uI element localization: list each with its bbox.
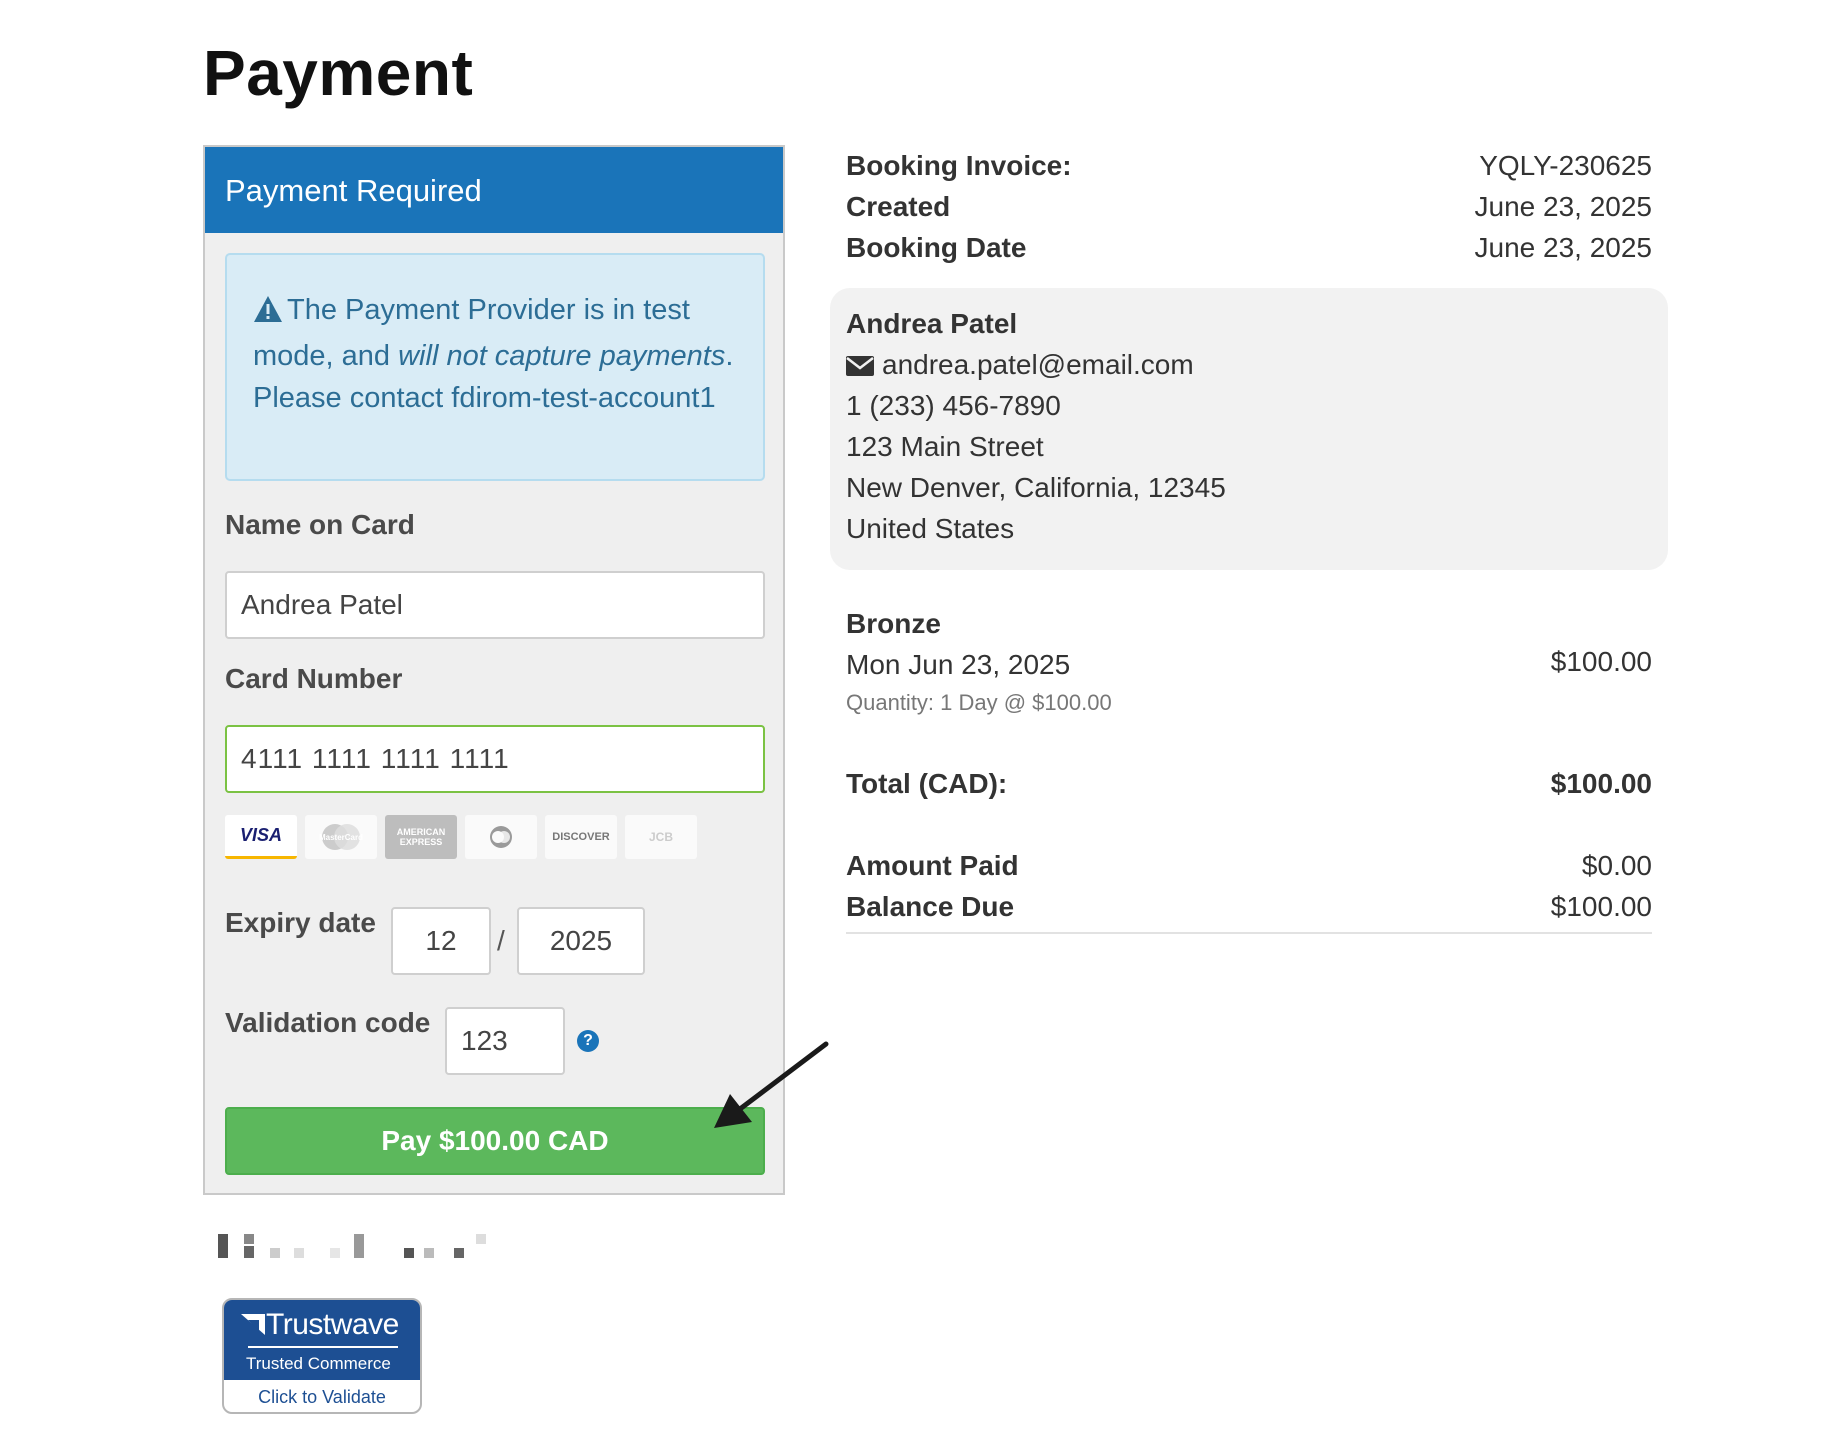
visa-icon: VISA (225, 815, 297, 859)
summary-divider (846, 932, 1652, 934)
jcb-icon: JCB (625, 815, 697, 859)
customer-phone: 1 (233) 456-7890 (846, 390, 1061, 421)
customer-country: United States (846, 513, 1015, 544)
item-quantity: Quantity: 1 Day @ $100.00 (846, 690, 1112, 715)
alert-emphasis: will not capture payments (398, 340, 726, 372)
discover-icon: DISCOVER (545, 815, 617, 859)
name-on-card-input[interactable]: Andrea Patel (225, 571, 765, 639)
balance-due-label: Balance Due (846, 891, 1015, 922)
total-label: Total (CAD): (846, 768, 1008, 799)
validation-code-input[interactable]: 123 (445, 1007, 565, 1075)
card-brands: VISA MasterCard AMERICAN EXPRESS Diners … (225, 815, 697, 859)
page-title: Payment (203, 37, 474, 109)
customer-email: andrea.patel@email.com (846, 349, 1194, 383)
booking-date-value: June 23, 2025 (1474, 232, 1653, 263)
balance-due-value: $100.00 (1550, 891, 1652, 922)
customer-name: Andrea Patel (846, 308, 1018, 339)
trusted-commerce-text: Trusted Commerce (246, 1354, 391, 1373)
booking-date-label: Booking Date (846, 232, 1027, 263)
card-number-input[interactable]: 4111 1111 1111 1111 (225, 725, 765, 793)
item-date: Mon Jun 23, 2025 (846, 649, 1071, 680)
payment-panel: Payment Required The Payment Provider is… (203, 145, 785, 1195)
panel-header: Payment Required (205, 147, 783, 233)
validation-code-label: Validation code (225, 1007, 431, 1038)
amount-paid-value: $0.00 (1581, 850, 1652, 881)
name-on-card-label: Name on Card (225, 509, 415, 540)
expiry-year-input[interactable]: 2025 (517, 907, 645, 975)
total-value: $100.00 (1550, 768, 1652, 799)
mastercard-text: MasterCard (319, 833, 363, 842)
item-name: Bronze (846, 608, 941, 639)
envelope-icon (846, 351, 874, 383)
customer-card: Andrea Patel andrea.patel@email.com 1 (2… (830, 288, 1668, 570)
pixelated-image (218, 1234, 498, 1260)
customer-street: 123 Main Street (846, 431, 1044, 462)
expiry-date-label: Expiry date (225, 907, 376, 938)
test-mode-alert: The Payment Provider is in test mode, an… (225, 253, 765, 481)
card-number-label: Card Number (225, 663, 403, 694)
expiry-month-input[interactable]: 12 (391, 907, 491, 975)
customer-city: New Denver, California, 12345 (846, 472, 1226, 503)
mastercard-icon: MasterCard (305, 815, 377, 859)
pay-button[interactable]: Pay $100.00 CAD (225, 1107, 765, 1175)
warning-icon (253, 293, 283, 335)
amex-icon: AMERICAN EXPRESS (385, 815, 457, 859)
annotation-arrow-icon (700, 1040, 840, 1145)
created-value: June 23, 2025 (1474, 191, 1653, 222)
created-label: Created (846, 191, 951, 222)
amount-paid-label: Amount Paid (846, 850, 1019, 881)
diners-icon: Diners (465, 815, 537, 859)
invoice-label: Booking Invoice: (846, 150, 1072, 181)
trustwave-logo: Trustwave (240, 1308, 399, 1342)
help-icon[interactable]: ? (577, 1030, 599, 1052)
expiry-separator: / (497, 925, 505, 956)
diners-text: Diners (501, 848, 505, 850)
trustwave-badge[interactable]: Trustwave Trusted Commerce Click to Vali… (222, 1298, 422, 1414)
click-to-validate-link[interactable]: Click to Validate (224, 1380, 420, 1412)
invoice-value: YQLY-230625 (1479, 150, 1652, 181)
item-price: $100.00 (1550, 646, 1652, 677)
